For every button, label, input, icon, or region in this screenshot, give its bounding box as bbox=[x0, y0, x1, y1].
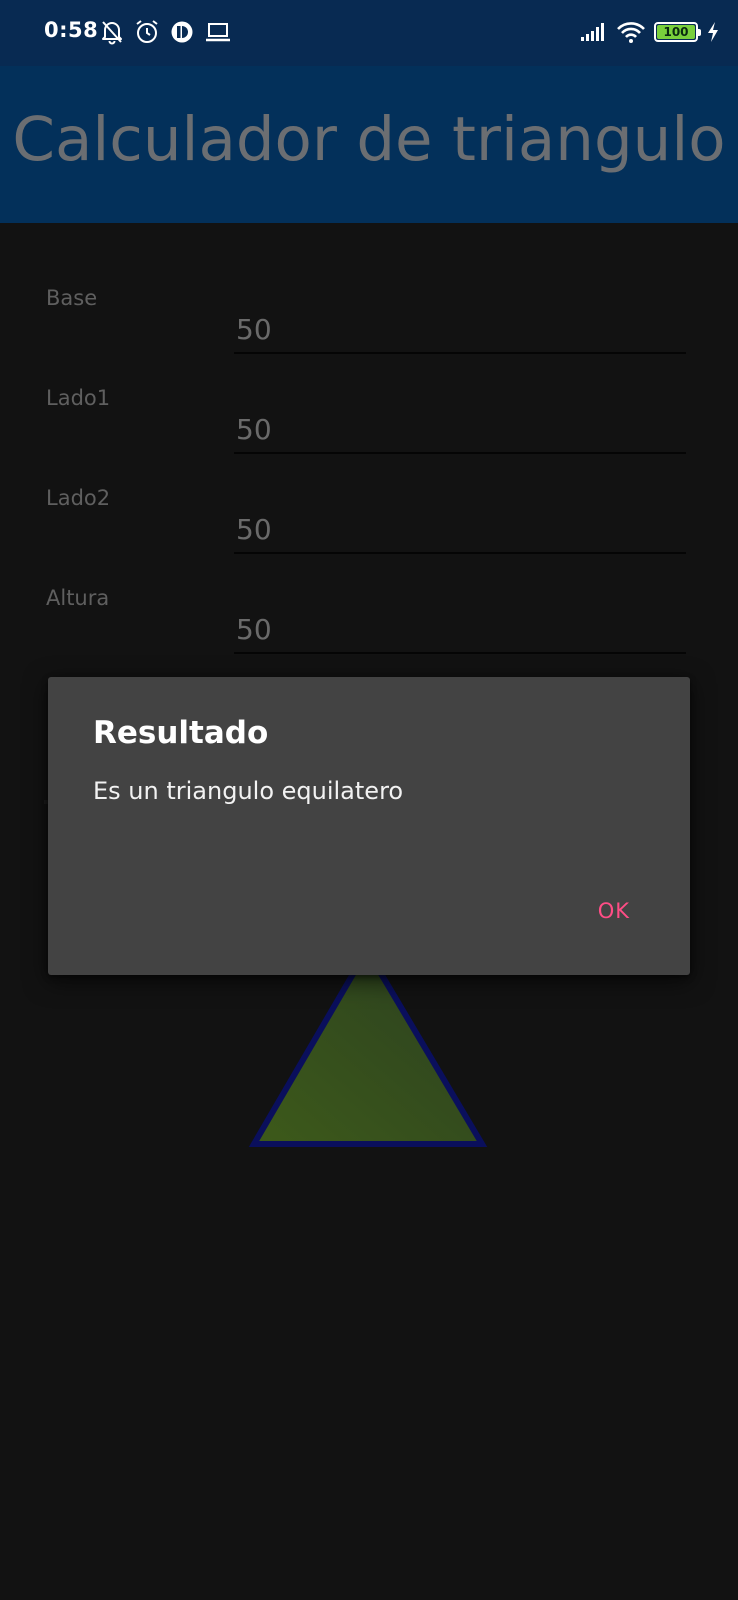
altura-label: Altura bbox=[46, 586, 110, 610]
laptop-icon bbox=[206, 23, 230, 42]
muted-bell-icon bbox=[102, 21, 122, 45]
signal-icon bbox=[581, 23, 604, 41]
triangle-shape bbox=[248, 948, 488, 1147]
status-icons-right: 100 bbox=[580, 18, 720, 46]
status-icons-left bbox=[100, 18, 232, 46]
lado1-label: Lado1 bbox=[46, 386, 111, 410]
app-notification-icon bbox=[171, 21, 193, 43]
triangle-drawing bbox=[248, 948, 488, 1147]
altura-input[interactable] bbox=[234, 606, 686, 654]
dialog-title: Resultado bbox=[93, 715, 269, 751]
base-label: Base bbox=[46, 286, 98, 310]
charging-icon bbox=[708, 22, 718, 42]
result-dialog: Resultado Es un triangulo equilatero OK bbox=[48, 677, 690, 975]
wifi-icon bbox=[617, 22, 645, 43]
screen: 0:58 100 Calculador de triangulo Base 50… bbox=[0, 0, 738, 1600]
status-time: 0:58 bbox=[44, 18, 99, 42]
battery-level: 100 bbox=[657, 25, 695, 39]
app-title: Calculador de triangulo bbox=[12, 104, 726, 175]
battery-icon: 100 bbox=[654, 22, 701, 42]
lado2-input[interactable] bbox=[234, 506, 686, 554]
lado2-label: Lado2 bbox=[46, 486, 111, 510]
alarm-icon bbox=[136, 20, 158, 43]
app-bar: Calculador de triangulo bbox=[0, 66, 738, 223]
base-input[interactable] bbox=[234, 306, 686, 354]
ok-button[interactable]: OK bbox=[598, 899, 630, 923]
dialog-message: Es un triangulo equilatero bbox=[93, 777, 404, 805]
lado1-input[interactable] bbox=[234, 406, 686, 454]
battery-cap bbox=[698, 29, 701, 36]
status-bar: 0:58 100 bbox=[0, 0, 738, 66]
